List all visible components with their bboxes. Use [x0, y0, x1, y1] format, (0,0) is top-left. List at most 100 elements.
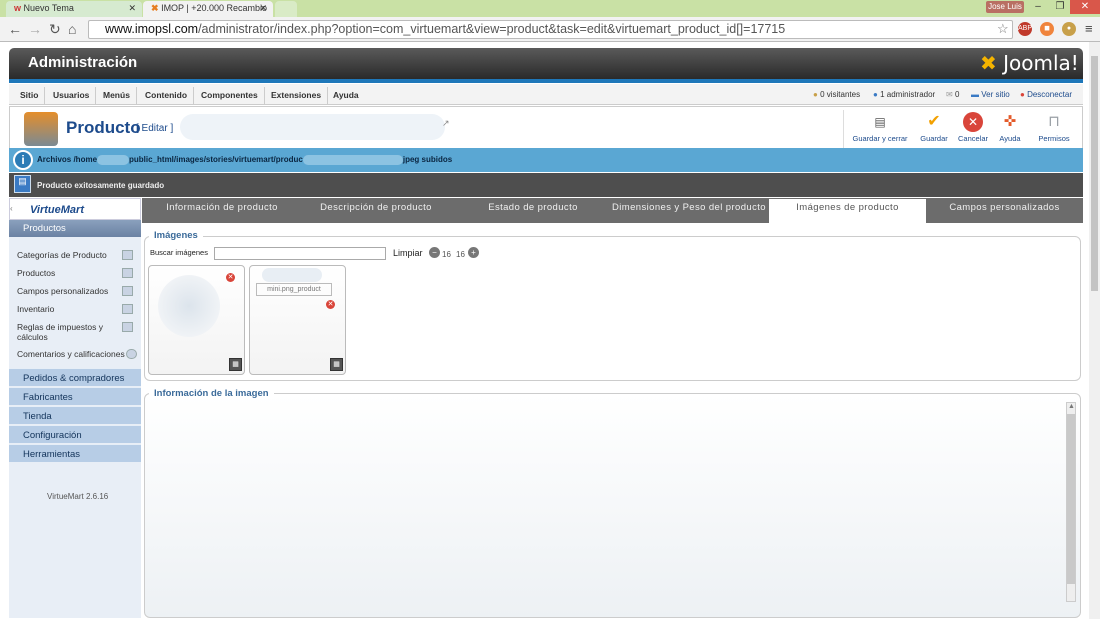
minimize-icon[interactable]: –	[1026, 0, 1050, 14]
page-title: Producto	[66, 118, 141, 137]
view-site-link[interactable]: ▬ Ver sitio	[971, 90, 1010, 99]
users-icon: ●	[813, 90, 818, 99]
save-close-button[interactable]: ▤ Guardar y cerrar	[851, 112, 909, 148]
save-label: Guardar	[920, 134, 948, 143]
next-page-icon[interactable]: +	[468, 247, 479, 258]
tab-label: IMOP | +20.000 Recambio	[161, 3, 268, 13]
cancel-label: Cancelar	[957, 134, 988, 143]
redacted-product-name	[180, 114, 445, 140]
menu-contenido[interactable]: Contenido	[139, 87, 195, 104]
custom-fields-icon	[122, 286, 133, 296]
sidebar-item-categorias[interactable]: Categorías de Producto	[17, 250, 117, 260]
new-tab-button[interactable]	[275, 1, 297, 17]
messages-count: 0	[954, 90, 960, 99]
joomla-logo-text: Joomla!	[1003, 51, 1079, 75]
image-details-icon[interactable]: ▦	[229, 358, 242, 371]
sidebar-item-campos[interactable]: Campos personalizados	[17, 286, 117, 296]
help-label: Ayuda	[999, 134, 1021, 143]
forward-icon[interactable]: →	[28, 21, 42, 37]
monitor-icon: ▬	[971, 90, 979, 99]
tab-estado[interactable]: Estado de producto	[458, 199, 608, 223]
search-images-input[interactable]	[214, 247, 386, 260]
permissions-label: Permisos	[1038, 134, 1070, 143]
sidebar-group-pedidos[interactable]: Pedidos & compradores	[9, 368, 141, 386]
save-button[interactable]: ✔ Guardar	[913, 112, 955, 148]
sidebar-group-tienda[interactable]: Tienda	[9, 406, 141, 424]
visitors-status: ● 0 visitantes	[813, 90, 860, 99]
reload-icon[interactable]: ↻	[49, 21, 61, 38]
logout-icon: ●	[1020, 90, 1025, 99]
menu-extensiones[interactable]: Extensiones	[265, 87, 329, 104]
maximize-icon[interactable]: ❐	[1048, 0, 1072, 14]
help-button[interactable]: ✜ Ayuda	[989, 112, 1031, 148]
close-tab-icon[interactable]: ✕	[128, 3, 136, 14]
admin-header	[9, 48, 1083, 79]
bookmark-star-icon[interactable]: ☆	[997, 21, 1009, 37]
sidebar-section-productos[interactable]: Productos	[9, 220, 141, 237]
external-link-icon[interactable]: ↗	[442, 118, 450, 129]
browser-tab-nuevo-tema[interactable]: w Nuevo Tema ✕	[6, 1, 142, 17]
browser-menu-icon[interactable]: ≡	[1085, 21, 1093, 36]
sidebar-group-fabricantes[interactable]: Fabricantes	[9, 387, 141, 405]
images-legend: Imágenes	[149, 230, 203, 241]
menu-ayuda[interactable]: Ayuda	[327, 87, 365, 104]
page-scroll-thumb[interactable]	[1091, 56, 1098, 291]
floppy-disk-icon: ▤	[14, 175, 31, 193]
adblock-extension-icon[interactable]: ABP	[1018, 22, 1032, 36]
image-preview	[262, 268, 322, 282]
comments-icon	[126, 349, 137, 359]
window-close-icon[interactable]: ✕	[1070, 0, 1100, 14]
info-text: public_html/images/stories/virtuemart/pr…	[129, 155, 303, 165]
inventory-icon	[122, 304, 133, 314]
tab-informacion[interactable]: Información de producto	[142, 199, 302, 223]
sidebar-item-reglas[interactable]: Reglas de impuestos y cálculos	[17, 322, 117, 342]
menu-sitio[interactable]: Sitio	[14, 87, 46, 104]
page-indicator: 16	[442, 250, 451, 259]
categories-icon	[122, 250, 133, 260]
sidebar-item-comentarios[interactable]: Comentarios y calificaciones	[17, 349, 127, 359]
tab-descripcion[interactable]: Descripción de producto	[302, 199, 450, 223]
url-input[interactable]: www.imopsl.com/administrator/index.php?o…	[88, 20, 1013, 39]
back-icon[interactable]: ←	[8, 21, 22, 37]
tab-imagenes[interactable]: Imágenes de producto	[769, 199, 926, 223]
page-subtitle: [ Editar ]	[136, 123, 174, 134]
cancel-button[interactable]: ✕ Cancelar	[952, 112, 994, 148]
permissions-button[interactable]: ⊓ Permisos	[1033, 112, 1075, 148]
info-text: jpeg subidos	[402, 155, 453, 165]
product-icon	[24, 112, 58, 146]
clear-search-button[interactable]: Limpiar	[393, 248, 423, 258]
tab-campos-personalizados[interactable]: Campos personalizados	[926, 199, 1083, 223]
sidebar-item-inventario[interactable]: Inventario	[17, 304, 117, 314]
browser-user-badge[interactable]: Jose Luis	[986, 1, 1024, 13]
logout-link[interactable]: ● Desconectar	[1020, 90, 1072, 99]
admin-title: Administración	[28, 54, 138, 71]
delete-image-icon[interactable]: ✕	[326, 300, 335, 309]
sidebar-group-herramientas[interactable]: Herramientas	[9, 444, 141, 462]
tab-dimensiones[interactable]: Dimensiones y Peso del producto	[608, 199, 770, 223]
menu-usuarios[interactable]: Usuarios	[47, 87, 97, 104]
menu-componentes[interactable]: Componentes	[195, 87, 265, 104]
browser-tab-imop[interactable]: ✖ IMOP | +20.000 Recambio ✕	[143, 1, 273, 17]
sidebar-item-productos[interactable]: Productos	[17, 268, 117, 278]
menu-menus[interactable]: Menús	[97, 87, 137, 104]
toolbar-divider	[843, 110, 844, 148]
tax-rules-icon	[122, 322, 133, 332]
redacted-segment	[97, 155, 130, 165]
delete-image-icon[interactable]: ✕	[226, 273, 235, 282]
scroll-up-icon[interactable]: ▲	[1068, 403, 1075, 410]
sidebar-group-configuracion[interactable]: Configuración	[9, 425, 141, 443]
extension-icon[interactable]: ●	[1062, 22, 1076, 36]
admins-status: ● 1 administrador	[873, 90, 935, 99]
products-icon	[122, 268, 133, 278]
image-details-icon[interactable]: ▦	[330, 358, 343, 371]
image-info-scroll-thumb[interactable]	[1067, 414, 1075, 584]
collapse-sidebar-icon[interactable]: ‹	[10, 204, 13, 213]
home-icon[interactable]: ⌂	[68, 21, 76, 37]
close-tab-icon[interactable]: ✕	[259, 3, 267, 14]
previous-page-icon[interactable]: −	[429, 247, 440, 258]
tab-label: Nuevo Tema	[23, 3, 74, 13]
messages-status: ✉ 0	[946, 90, 959, 99]
checkmark-icon: ✔	[927, 113, 941, 130]
extension-icon[interactable]: ◼	[1040, 22, 1054, 36]
users-icon: ●	[873, 90, 878, 99]
